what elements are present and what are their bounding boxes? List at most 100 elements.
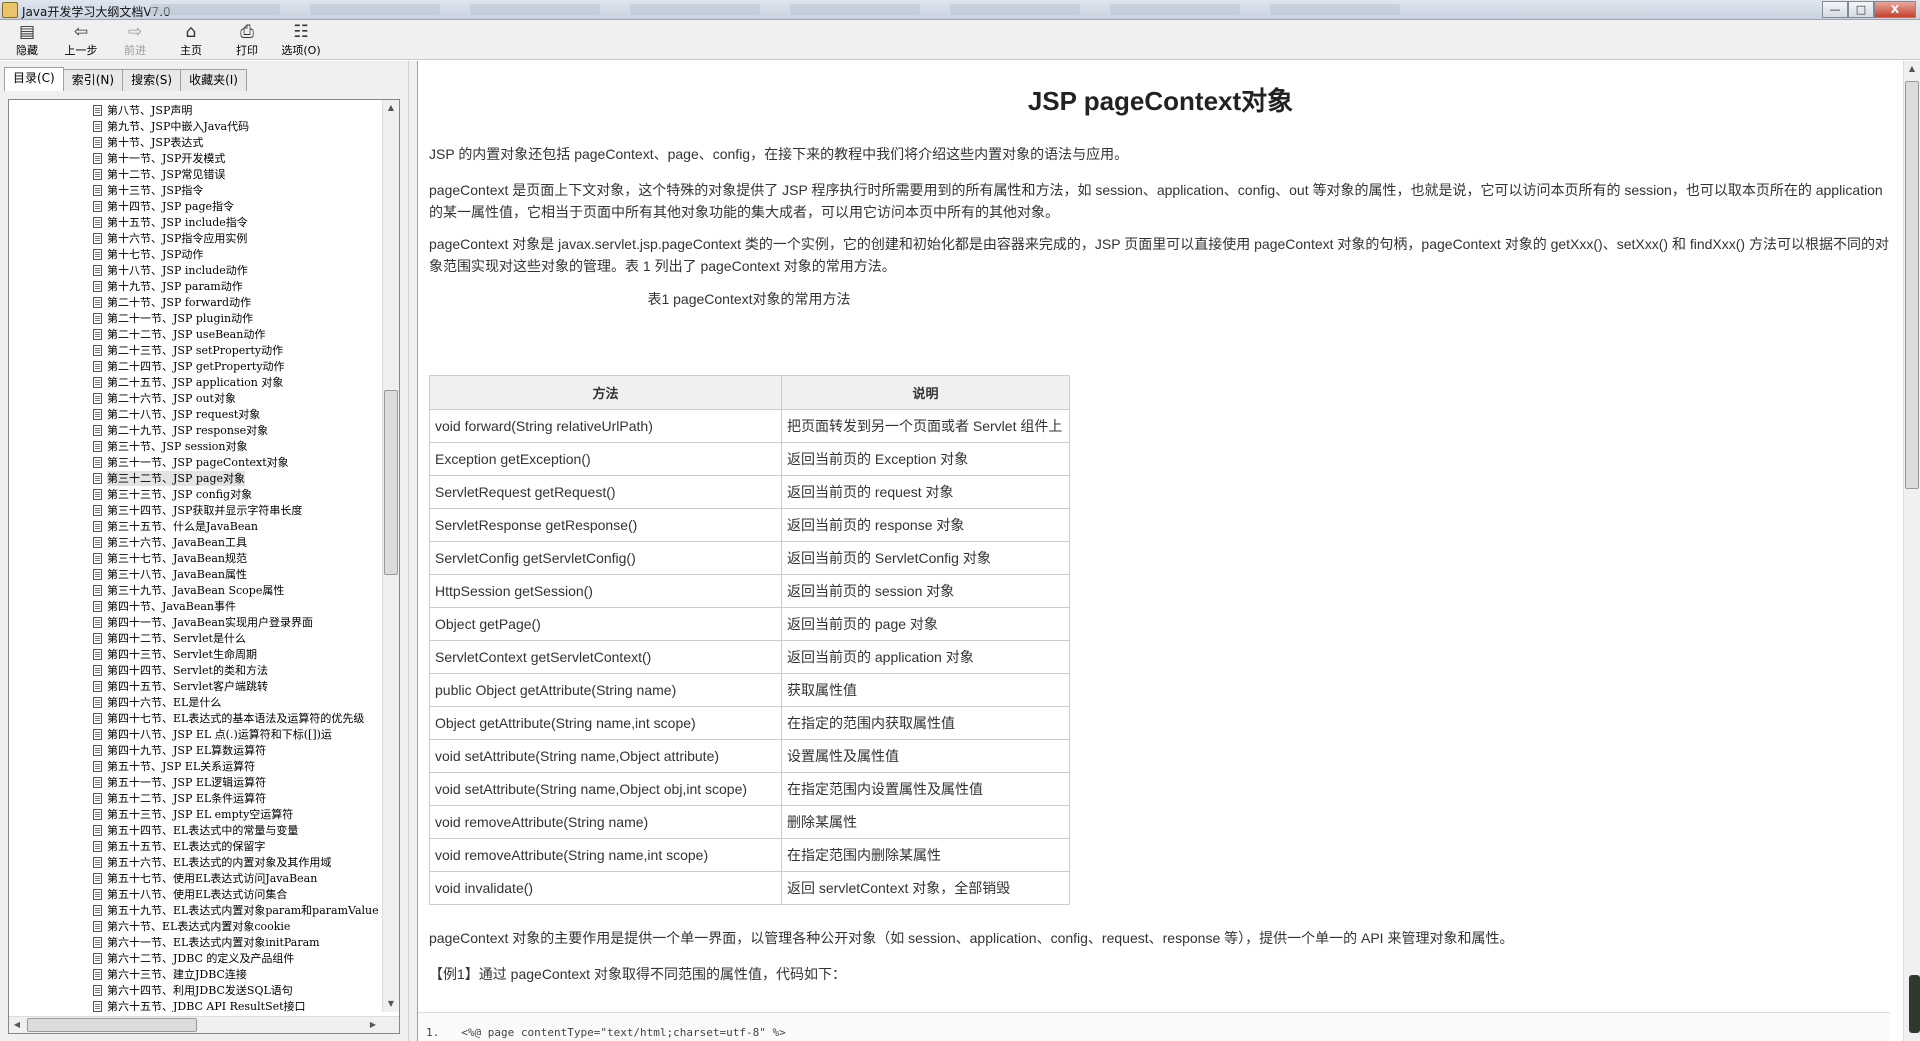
- toc-item[interactable]: 第三十一节、JSP pageContext对象: [93, 455, 289, 470]
- content-vertical-scrollbar[interactable]: ▲: [1903, 61, 1920, 1041]
- toc-item[interactable]: 第三十二节、JSP page对象: [93, 471, 245, 486]
- side-widget[interactable]: [1909, 975, 1920, 1033]
- page-icon: [93, 617, 102, 628]
- toc-item[interactable]: 第五十七节、使用EL表达式访问JavaBean: [93, 871, 317, 886]
- methods-table-body: void forward(String relativeUrlPath) 把页面转…: [429, 409, 1070, 905]
- window-title: Java开发学习大纲文档V7.0: [22, 5, 171, 19]
- toc-item[interactable]: 第三十七节、JavaBean规范: [93, 551, 247, 566]
- toc-item[interactable]: 第三十五节、什么是JavaBean: [93, 519, 258, 534]
- toc-item-label: 第三十六节、JavaBean工具: [107, 536, 247, 549]
- toc-item[interactable]: 第四十二节、Servlet是什么: [93, 631, 246, 646]
- toc-item[interactable]: 第三十九节、JavaBean Scope属性: [93, 583, 284, 598]
- toc-horizontal-scrollbar[interactable]: ◀ ▶: [9, 1016, 399, 1033]
- scroll-right-icon[interactable]: ▶: [365, 1017, 381, 1033]
- toc-item[interactable]: 第四十四节、Servlet的类和方法: [93, 663, 268, 678]
- toc-item[interactable]: 第四十八节、JSP EL 点(.)运算符和下标([])运: [93, 727, 332, 742]
- toc-item-label: 第四十七节、EL表达式的基本语法及运算符的优先级: [107, 712, 365, 725]
- content-scroll-up-icon[interactable]: ▲: [1904, 61, 1920, 77]
- back-arrow-icon: ⇦: [73, 22, 89, 42]
- pane-splitter[interactable]: [408, 61, 418, 1041]
- toc-item[interactable]: 第四十三节、Servlet生命周期: [93, 647, 257, 662]
- toc-item[interactable]: 第二十八节、JSP request对象: [93, 407, 260, 422]
- toc-item[interactable]: 第四十七节、EL表达式的基本语法及运算符的优先级: [93, 711, 364, 726]
- scroll-down-icon[interactable]: ▼: [383, 996, 399, 1012]
- toc-item[interactable]: 第二十一节、JSP plugin动作: [93, 311, 253, 326]
- toc-item[interactable]: 第二十二节、JSP useBean动作: [93, 327, 265, 342]
- toc-item[interactable]: 第五十六节、EL表达式的内置对象及其作用域: [93, 855, 331, 870]
- toc-item[interactable]: 第二十节、JSP forward动作: [93, 295, 251, 310]
- method-cell: void setAttribute(String name,Object obj…: [429, 772, 782, 806]
- toc-item[interactable]: 第六十一节、EL表达式内置对象initParam: [93, 935, 320, 950]
- toc-item[interactable]: 第六十节、EL表达式内置对象cookie: [93, 919, 290, 934]
- toc-item[interactable]: 第五十九节、EL表达式内置对象param和paramValues: [93, 903, 379, 918]
- toc-item[interactable]: 第九节、JSP中嵌入Java代码: [93, 119, 249, 134]
- tab-contents[interactable]: 目录(C): [4, 67, 64, 91]
- tab-search[interactable]: 搜索(S): [122, 69, 182, 91]
- minimize-button[interactable]: —: [1822, 1, 1848, 18]
- toc-item[interactable]: 第五十八节、使用EL表达式访问集合: [93, 887, 287, 902]
- toc-scroll-thumb[interactable]: [384, 390, 398, 575]
- toc-item[interactable]: 第六十四节、利用JDBC发送SQL语句: [93, 983, 293, 998]
- toc-item[interactable]: 第二十五节、JSP application 对象: [93, 375, 283, 390]
- options-button[interactable]: ☷ 选项(O): [274, 22, 328, 58]
- toc-item[interactable]: 第六十五节、JDBC API ResultSet接口: [93, 999, 306, 1012]
- print-button[interactable]: ⎙ 打印: [220, 22, 274, 58]
- maximize-button[interactable]: □: [1848, 1, 1874, 18]
- scroll-up-icon[interactable]: ▲: [383, 100, 399, 116]
- toc-item[interactable]: 第四十一节、JavaBean实现用户登录界面: [93, 615, 313, 630]
- page-icon: [93, 313, 102, 324]
- toc-item[interactable]: 第四十节、JavaBean事件: [93, 599, 236, 614]
- forward-button[interactable]: ⇨ 前进: [108, 22, 162, 58]
- toc-item[interactable]: 第三十四节、JSP获取并显示字符串长度: [93, 503, 302, 518]
- toc-item[interactable]: 第十二节、JSP常见错误: [93, 167, 225, 182]
- toc-item[interactable]: 第五十三节、JSP EL empty空运算符: [93, 807, 293, 822]
- tab-favorites[interactable]: 收藏夹(I): [180, 69, 247, 91]
- home-button[interactable]: ⌂ 主页: [164, 22, 218, 58]
- page-icon: [93, 537, 102, 548]
- toc-item[interactable]: 第十三节、JSP指令: [93, 183, 203, 198]
- toc-item[interactable]: 第六十二节、JDBC 的定义及产品组件: [93, 951, 294, 966]
- page-icon: [93, 265, 102, 276]
- hide-button[interactable]: ▤ 隐藏: [0, 22, 54, 58]
- back-button[interactable]: ⇦ 上一步: [54, 22, 108, 58]
- toc-item[interactable]: 第五十二节、JSP EL条件运算符: [93, 791, 266, 806]
- toc-item[interactable]: 第二十九节、JSP response对象: [93, 423, 268, 438]
- toc-item[interactable]: 第十五节、JSP include指令: [93, 215, 248, 230]
- toc-item[interactable]: 第三十节、JSP session对象: [93, 439, 248, 454]
- column-header-description: 说明: [781, 375, 1070, 410]
- toc-vertical-scrollbar[interactable]: ▲ ▼: [382, 100, 399, 1012]
- page-icon: [93, 409, 102, 420]
- toc-item[interactable]: 第六十三节、建立JDBC连接: [93, 967, 247, 982]
- toc-item[interactable]: 第四十五节、Servlet客户端跳转: [93, 679, 268, 694]
- scroll-left-icon[interactable]: ◀: [9, 1017, 25, 1033]
- toc-item-label: 第二十一节、JSP plugin动作: [107, 312, 254, 325]
- toc-item[interactable]: 第五十四节、EL表达式中的常量与变量: [93, 823, 298, 838]
- toc-item[interactable]: 第二十四节、JSP getProperty动作: [93, 359, 285, 374]
- page-icon: [93, 233, 102, 244]
- toc-item[interactable]: 第四十六节、EL是什么: [93, 695, 221, 710]
- content-scroll-thumb[interactable]: [1905, 81, 1919, 489]
- toc-item[interactable]: 第三十六节、JavaBean工具: [93, 535, 247, 550]
- toc-item[interactable]: 第二十三节、JSP setProperty动作: [93, 343, 283, 358]
- toc-item[interactable]: 第十六节、JSP指令应用实例: [93, 231, 247, 246]
- toc-item[interactable]: 第五十一节、JSP EL逻辑运算符: [93, 775, 266, 790]
- toc-item[interactable]: 第五十节、JSP EL关系运算符: [93, 759, 255, 774]
- close-button[interactable]: X: [1874, 1, 1916, 18]
- toc-item[interactable]: 第十四节、JSP page指令: [93, 199, 234, 214]
- article-content: JSP pageContext对象 JSP 的内置对象还包括 pageConte…: [418, 61, 1903, 1041]
- toc-item[interactable]: 第四十九节、JSP EL算数运算符: [93, 743, 266, 758]
- toc-item[interactable]: 第八节、JSP声明: [93, 103, 192, 118]
- toc-item[interactable]: 第十九节、JSP param动作: [93, 279, 243, 294]
- toc-item[interactable]: 第十八节、JSP include动作: [93, 263, 248, 278]
- toc-item[interactable]: 第三十八节、JavaBean属性: [93, 567, 247, 582]
- description-cell: 返回当前页的 response 对象: [781, 508, 1070, 542]
- toc-item[interactable]: 第十一节、JSP开发模式: [93, 151, 225, 166]
- toc-item[interactable]: 第十节、JSP表达式: [93, 135, 203, 150]
- toc-item[interactable]: 第二十六节、JSP out对象: [93, 391, 236, 406]
- toc-item[interactable]: 第十七节、JSP动作: [93, 247, 203, 262]
- page-icon: [93, 665, 102, 676]
- tab-index[interactable]: 索引(N): [62, 69, 124, 91]
- toc-item[interactable]: 第五十五节、EL表达式的保留字: [93, 839, 265, 854]
- toc-hscroll-thumb[interactable]: [27, 1018, 197, 1032]
- toc-item[interactable]: 第三十三节、JSP config对象: [93, 487, 252, 502]
